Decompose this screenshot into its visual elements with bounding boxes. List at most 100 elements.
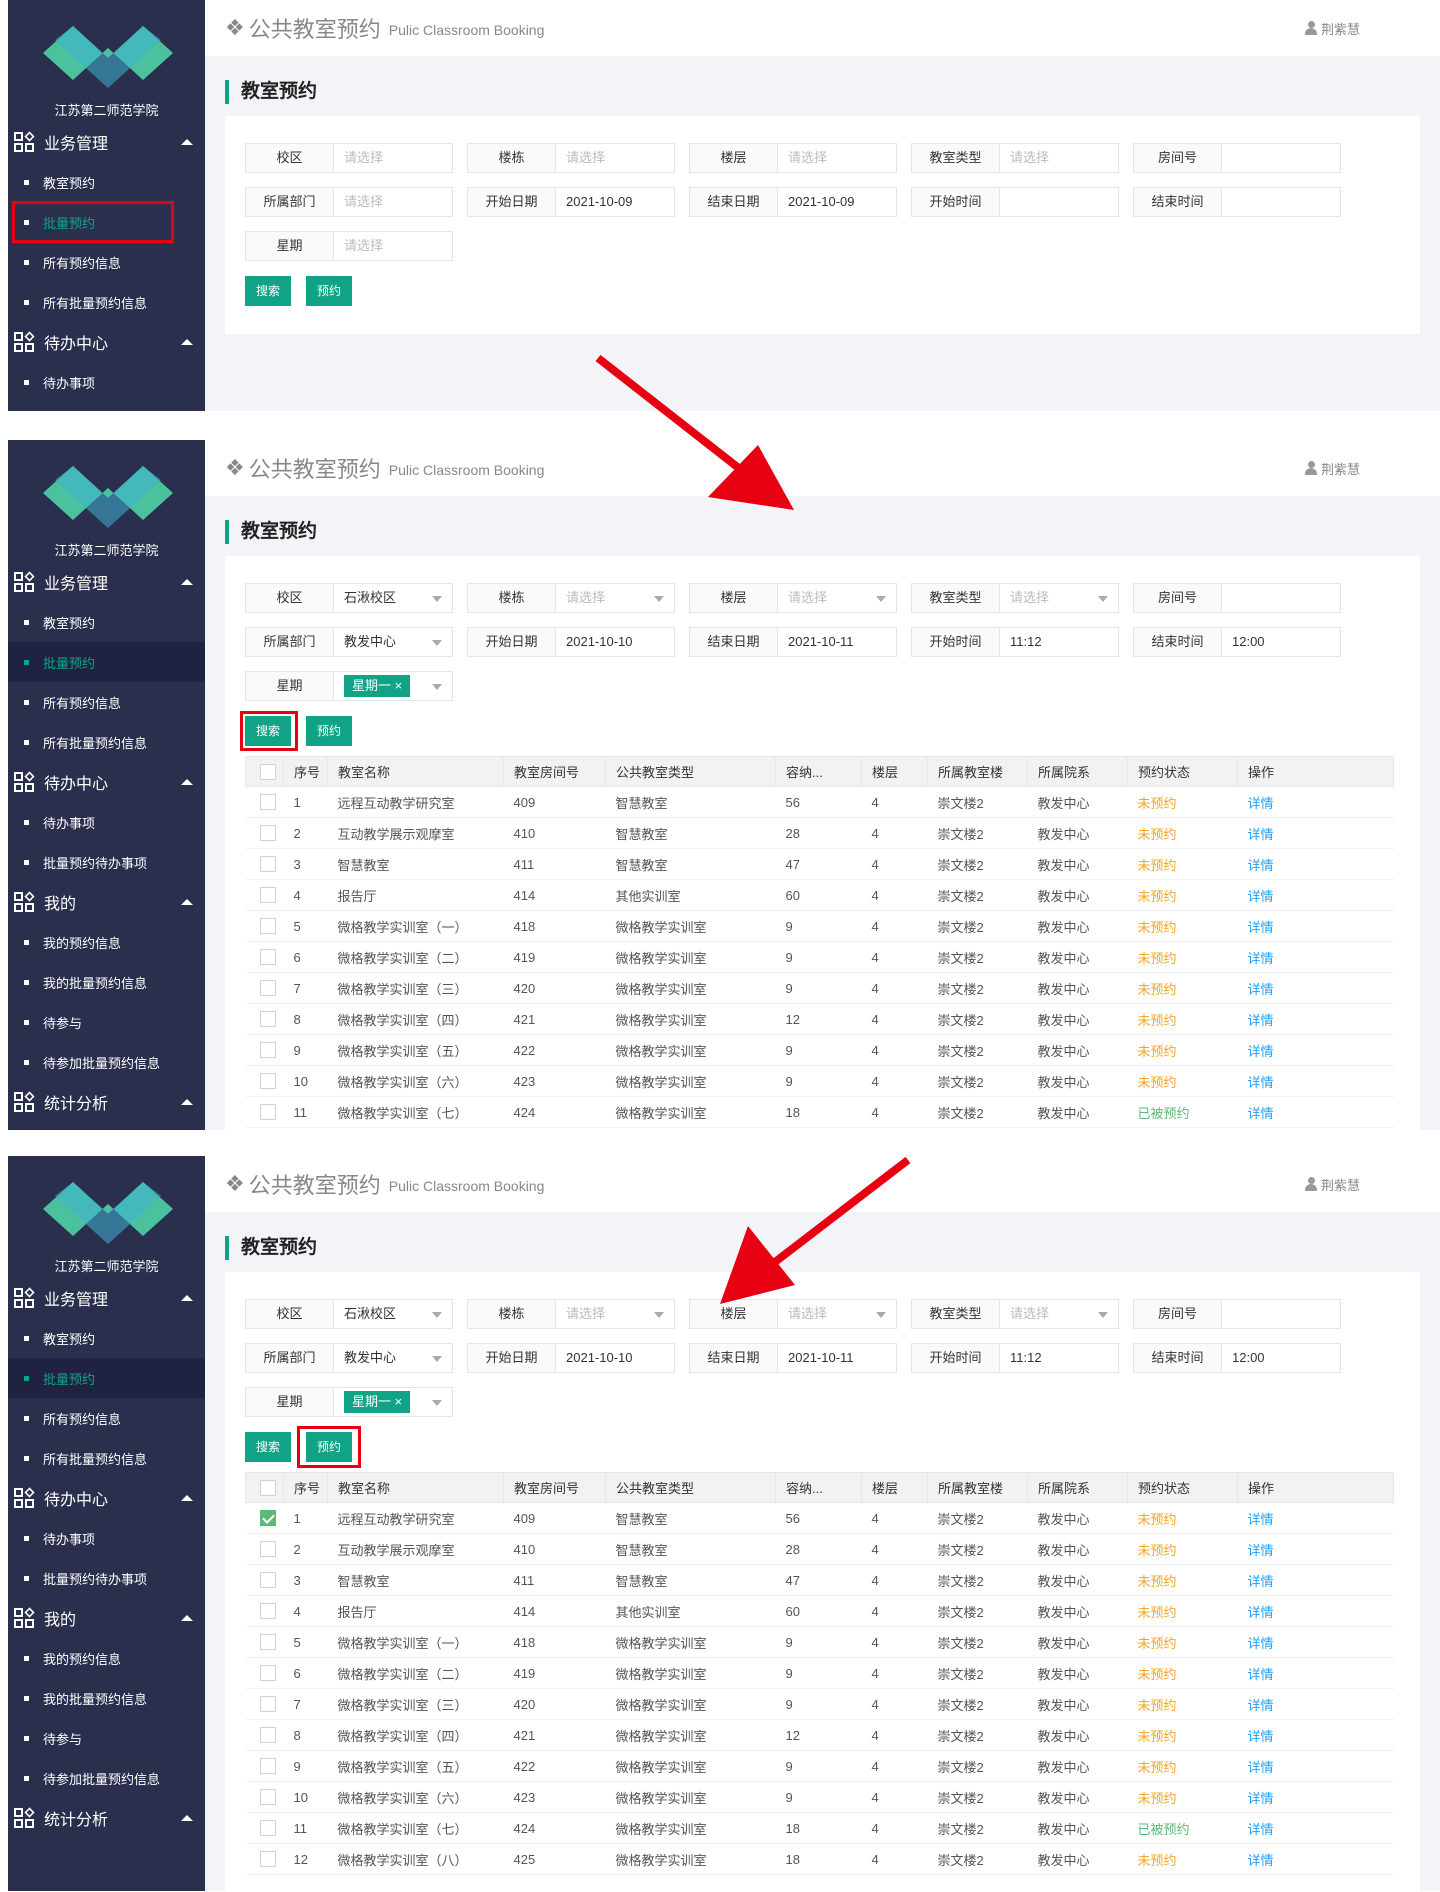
table-row[interactable]: 4 报告厅 414 其他实训室 60 4 崇文楼2 教发中心 未预约 详情 — [245, 879, 1394, 911]
menu-group-mine[interactable]: 我的 — [8, 882, 205, 922]
sidebar-item-booking[interactable]: 教室预约 — [8, 602, 205, 642]
sidebar-item-pending[interactable]: 待参与 — [8, 1002, 205, 1042]
row-checkbox[interactable] — [259, 1603, 276, 1620]
sidebar-item-todo[interactable]: 待办事项 — [8, 362, 205, 402]
detail-link[interactable]: 详情 — [1237, 972, 1394, 1004]
book-button[interactable]: 预约 — [306, 716, 353, 746]
building-select[interactable]: 楼栋 请选择 — [467, 1299, 675, 1329]
start-time-input[interactable]: 开始时间 — [911, 187, 1119, 217]
campus-select[interactable]: 校区 石湫校区 — [245, 1299, 453, 1329]
building-select[interactable]: 楼栋 请选择 — [467, 143, 675, 173]
menu-group-business[interactable]: 业务管理 — [8, 122, 205, 162]
table-row[interactable]: 10 微格教学实训室（六） 423 微格教学实训室 9 4 崇文楼2 教发中心 未预约 详情 — [245, 1065, 1394, 1097]
row-checkbox[interactable] — [259, 1572, 276, 1589]
detail-link[interactable]: 详情 — [1237, 1626, 1394, 1658]
table-row[interactable]: 10 微格教学实训室（六） 423 微格教学实训室 9 4 崇文楼2 教发中心 未预约 详情 — [245, 1781, 1394, 1813]
sidebar-item-all-info[interactable]: 所有预约信息 — [8, 1398, 205, 1438]
sidebar-item-all-info[interactable]: 所有预约信息 — [8, 682, 205, 722]
sidebar-item-my-info[interactable]: 我的预约信息 — [8, 922, 205, 962]
table-row[interactable]: 3 智慧教室 411 智慧教室 47 4 崇文楼2 教发中心 未预约 详情 — [245, 848, 1394, 880]
search-button[interactable]: 搜索 — [245, 1432, 292, 1462]
weekday-tag[interactable]: 星期一 × — [344, 1391, 411, 1413]
campus-select[interactable]: 校区 石湫校区 — [245, 583, 453, 613]
sidebar-item-batch[interactable]: 批量预约 — [8, 1358, 205, 1398]
table-row[interactable]: 7 微格教学实训室（三） 420 微格教学实训室 9 4 崇文楼2 教发中心 未预约 详情 — [245, 972, 1394, 1004]
row-checkbox[interactable] — [259, 1851, 276, 1868]
floor-select[interactable]: 楼层 请选择 — [689, 1299, 897, 1329]
detail-link[interactable]: 详情 — [1237, 910, 1394, 942]
table-row[interactable]: 9 微格教学实训室（五） 422 微格教学实训室 9 4 崇文楼2 教发中心 未预约 详情 — [245, 1750, 1394, 1782]
room-no-input[interactable]: 房间号 — [1133, 1299, 1341, 1329]
table-row[interactable]: 6 微格教学实训室（二） 419 微格教学实训室 9 4 崇文楼2 教发中心 未预约 详情 — [245, 941, 1394, 973]
table-row[interactable]: 8 微格教学实训室（四） 421 微格教学实训室 12 4 崇文楼2 教发中心 未预约 详情 — [245, 1719, 1394, 1751]
sidebar-item-my-info[interactable]: 我的预约信息 — [8, 1638, 205, 1678]
detail-link[interactable]: 详情 — [1237, 1564, 1394, 1596]
detail-link[interactable]: 详情 — [1237, 1502, 1394, 1534]
room-type-select[interactable]: 教室类型 请选择 — [911, 1299, 1119, 1329]
table-row[interactable]: 6 微格教学实训室（二） 419 微格教学实训室 9 4 崇文楼2 教发中心 未预约 详情 — [245, 1657, 1394, 1689]
row-checkbox[interactable] — [259, 1727, 276, 1744]
sidebar-item-all-info[interactable]: 所有预约信息 — [8, 242, 205, 282]
detail-link[interactable]: 详情 — [1237, 879, 1394, 911]
sidebar-item-my-batch-info[interactable]: 我的批量预约信息 — [8, 962, 205, 1002]
dept-select[interactable]: 所属部门 请选择 — [245, 187, 453, 217]
table-row[interactable]: 12 微格教学实训室（八） 425 微格教学实训室 18 4 崇文楼2 教发中心 未预约 详情 — [245, 1843, 1394, 1875]
table-row[interactable]: 5 微格教学实训室（一） 418 微格教学实训室 9 4 崇文楼2 教发中心 未预约 详情 — [245, 1626, 1394, 1658]
sidebar-item-all-batch-info[interactable]: 所有批量预约信息 — [8, 1438, 205, 1478]
detail-link[interactable]: 详情 — [1237, 1843, 1394, 1875]
menu-group-todo[interactable]: 待办中心 — [8, 762, 205, 802]
select-all-checkbox[interactable] — [245, 756, 284, 787]
sidebar-item-booking[interactable]: 教室预约 — [8, 162, 205, 202]
row-checkbox[interactable] — [259, 1758, 276, 1775]
sidebar-item-all-batch-info[interactable]: 所有批量预约信息 — [8, 282, 205, 322]
detail-link[interactable]: 详情 — [1237, 941, 1394, 973]
row-checkbox[interactable] — [259, 825, 276, 842]
sidebar-item-batch[interactable]: 批量预约 — [8, 642, 205, 682]
end-time-input[interactable]: 结束时间 — [1133, 187, 1341, 217]
sidebar-item-booking[interactable]: 教室预约 — [8, 1318, 205, 1358]
row-checkbox[interactable] — [259, 1789, 276, 1806]
detail-link[interactable]: 详情 — [1237, 786, 1394, 818]
sidebar-item-batch-todo[interactable]: 批量预约待办事项 — [8, 1558, 205, 1598]
detail-link[interactable]: 详情 — [1237, 1595, 1394, 1627]
table-row[interactable]: 7 微格教学实训室（三） 420 微格教学实训室 9 4 崇文楼2 教发中心 未预约 详情 — [245, 1688, 1394, 1720]
sidebar-item-all-batch-info[interactable]: 所有批量预约信息 — [8, 722, 205, 762]
sidebar-item-my-batch-info[interactable]: 我的批量预约信息 — [8, 1678, 205, 1718]
table-row[interactable]: 11 微格教学实训室（七） 424 微格教学实训室 18 4 崇文楼2 教发中心 已被预约 详情 — [245, 1096, 1394, 1128]
end-date-input[interactable]: 结束日期 2021-10-11 — [689, 627, 897, 657]
user-menu[interactable]: 荆紫慧 — [1304, 459, 1360, 478]
user-menu[interactable]: 荆紫慧 — [1304, 19, 1360, 38]
detail-link[interactable]: 详情 — [1237, 1750, 1394, 1782]
menu-group-mine[interactable]: 我的 — [8, 1598, 205, 1638]
end-date-input[interactable]: 结束日期 2021-10-11 — [689, 1343, 897, 1373]
menu-group-business[interactable]: 业务管理 — [8, 562, 205, 602]
detail-link[interactable]: 详情 — [1237, 1657, 1394, 1689]
room-no-input[interactable]: 房间号 — [1133, 143, 1341, 173]
sidebar-item-todo[interactable]: 待办事项 — [8, 1518, 205, 1558]
row-checkbox[interactable] — [259, 1665, 276, 1682]
sidebar-item-todo[interactable]: 待办事项 — [8, 802, 205, 842]
table-row[interactable]: 1 远程互动教学研究室 409 智慧教室 56 4 崇文楼2 教发中心 未预约 详情 — [245, 1502, 1394, 1534]
dept-select[interactable]: 所属部门 教发中心 — [245, 627, 453, 657]
room-type-select[interactable]: 教室类型 请选择 — [911, 583, 1119, 613]
menu-group-todo[interactable]: 待办中心 — [8, 322, 205, 362]
table-row[interactable]: 5 微格教学实训室（一） 418 微格教学实训室 9 4 崇文楼2 教发中心 未预约 详情 — [245, 910, 1394, 942]
row-checkbox[interactable] — [259, 887, 276, 904]
weekday-tag[interactable]: 星期一 × — [344, 675, 411, 697]
row-checkbox[interactable] — [259, 1104, 276, 1121]
floor-select[interactable]: 楼层 请选择 — [689, 583, 897, 613]
weekday-select[interactable]: 星期 请选择 — [245, 231, 453, 261]
detail-link[interactable]: 详情 — [1237, 817, 1394, 849]
table-row[interactable]: 11 微格教学实训室（七） 424 微格教学实训室 18 4 崇文楼2 教发中心 已被预约 详情 — [245, 1812, 1394, 1844]
row-checkbox[interactable] — [259, 1820, 276, 1837]
sidebar-item-pending[interactable]: 待参与 — [8, 1718, 205, 1758]
detail-link[interactable]: 详情 — [1237, 1812, 1394, 1844]
row-checkbox[interactable] — [259, 1634, 276, 1651]
detail-link[interactable]: 详情 — [1237, 1533, 1394, 1565]
dept-select[interactable]: 所属部门 教发中心 — [245, 1343, 453, 1373]
row-checkbox[interactable] — [259, 949, 276, 966]
sidebar-item-batch-todo[interactable]: 批量预约待办事项 — [8, 842, 205, 882]
menu-group-stats[interactable]: 统计分析 — [8, 1798, 205, 1838]
sidebar-item-pending-batch[interactable]: 待参加批量预约信息 — [8, 1042, 205, 1082]
row-checkbox[interactable] — [259, 980, 276, 997]
